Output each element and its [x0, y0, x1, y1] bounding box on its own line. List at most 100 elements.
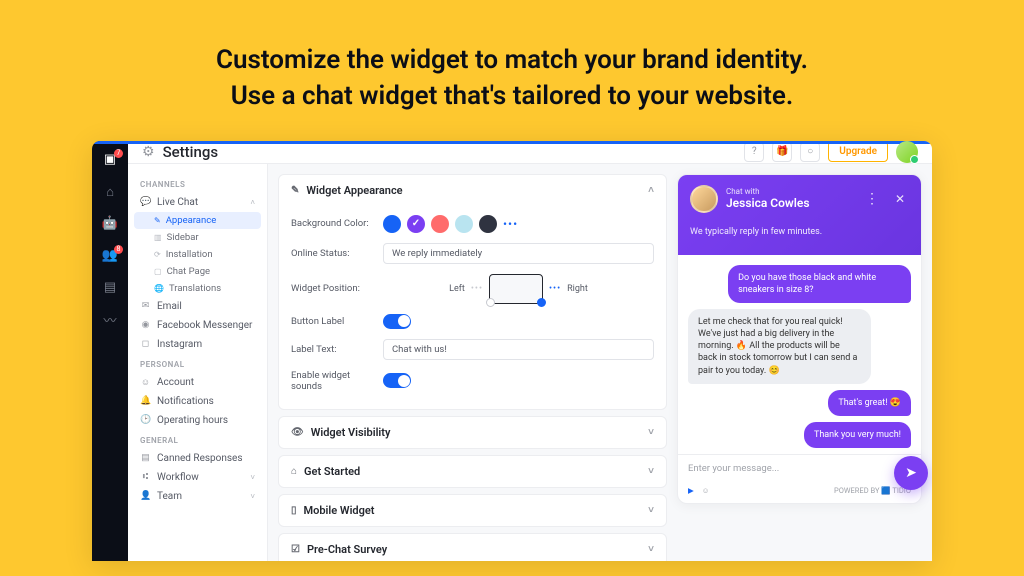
chat-icon: 💬 [140, 197, 151, 207]
gear-icon: ⚙ [142, 144, 155, 160]
sounds-toggle[interactable] [383, 373, 411, 388]
swatch-lightblue[interactable] [455, 215, 473, 233]
rail-home-icon[interactable]: ⌂ [101, 183, 119, 201]
form-icon: ☑ [291, 544, 300, 555]
sidebar-sub-sidebar[interactable]: ▥Sidebar [128, 229, 267, 246]
chat-agent-avatar [690, 185, 718, 213]
sidebar-item-workflow[interactable]: ⑆Workflow [128, 468, 267, 487]
globe-icon: 🌐 [154, 284, 164, 293]
icon-rail: ▣7 ⌂ 🤖 👥8 ▤ 〰 [92, 141, 128, 561]
color-swatches: ••• [383, 215, 518, 233]
brush-icon: ✎ [154, 216, 161, 225]
swatch-coral[interactable] [431, 215, 449, 233]
dots-icon: ••• [549, 284, 561, 294]
rail-analytics-icon[interactable]: 〰 [101, 311, 119, 329]
chat-message-out: Thank you very much! [804, 422, 911, 448]
sidebar-sub-chat-page[interactable]: ▢Chat Page [128, 263, 267, 280]
mobile-icon: ▯ [291, 505, 297, 516]
sidebar-sub-appearance[interactable]: ✎Appearance [134, 212, 261, 229]
rail-badge: 8 [114, 245, 123, 254]
position-left-radio[interactable] [486, 298, 495, 307]
page-icon: ▢ [154, 267, 162, 276]
panel-icon: ▥ [154, 233, 162, 242]
instagram-icon: ◻ [140, 339, 151, 349]
messenger-icon: ◉ [140, 320, 151, 330]
upgrade-button[interactable]: Upgrade [828, 141, 888, 162]
swatch-blue[interactable] [383, 215, 401, 233]
position-right-radio[interactable] [537, 298, 546, 307]
card-header-get-started[interactable]: ⌂Get Started [279, 456, 666, 487]
bell-icon: 🔔 [140, 396, 151, 406]
label-bg-color: Background Color: [291, 218, 383, 229]
button-label-toggle[interactable] [383, 314, 411, 329]
position-preview [489, 274, 543, 304]
chat-close-icon[interactable]: ✕ [891, 192, 909, 206]
rail-inbox-icon[interactable]: ▣7 [101, 151, 119, 169]
home-icon: ⌂ [291, 466, 297, 477]
chat-header: Chat with Jessica Cowles ⋮ ✕ We typicall… [678, 175, 921, 255]
sidebar-item-hours[interactable]: 🕑Operating hours [128, 411, 267, 430]
card-widget-visibility: 👁Widget Visibility [278, 416, 667, 449]
user-avatar[interactable] [896, 141, 918, 163]
settings-sidebar: CHANNELS 💬Live Chat ✎Appearance ▥Sidebar… [128, 164, 268, 561]
sidebar-item-live-chat[interactable]: 💬Live Chat [128, 193, 267, 212]
rail-badge: 7 [114, 149, 123, 158]
sidebar-item-canned[interactable]: ▤Canned Responses [128, 449, 267, 468]
chat-message-in: Let me check that for you real quick! We… [688, 309, 871, 384]
chat-message-out: That's great! 😍 [828, 390, 911, 416]
sidebar-item-instagram[interactable]: ◻Instagram [128, 335, 267, 354]
label-online-status: Online Status: [291, 248, 383, 259]
chat-input[interactable]: Enter your message... [688, 463, 911, 474]
sidebar-item-team[interactable]: 👤Team [128, 487, 267, 506]
sidebar-item-notifications[interactable]: 🔔Notifications [128, 392, 267, 411]
sidebar-header-general: GENERAL [128, 430, 267, 449]
card-header-prechat[interactable]: ☑Pre-Chat Survey [279, 534, 666, 561]
help-icon[interactable]: ? [744, 142, 764, 162]
online-status-input[interactable] [383, 243, 654, 264]
clock-icon: 🕑 [140, 415, 151, 425]
chat-input-row: Enter your message... [678, 454, 921, 482]
content-area: ⚙ Settings ? 🎁 ○ Upgrade CHANNELS 💬Live … [128, 141, 932, 561]
sidebar-header-channels: CHANNELS [128, 174, 267, 193]
card-header-mobile[interactable]: ▯Mobile Widget [279, 495, 666, 526]
sidebar-item-messenger[interactable]: ◉Facebook Messenger [128, 316, 267, 335]
more-colors-icon[interactable]: ••• [503, 217, 518, 231]
powered-by: POWERED BY 🟦 TIDIO [834, 486, 911, 495]
label-text-input[interactable] [383, 339, 654, 360]
chat-send-button[interactable]: ➤ [894, 456, 928, 490]
card-prechat: ☑Pre-Chat Survey [278, 533, 667, 561]
rail-contacts-icon[interactable]: 👥8 [101, 247, 119, 265]
card-mobile-widget: ▯Mobile Widget [278, 494, 667, 527]
chat-attach-icon[interactable]: ▶ [688, 486, 694, 495]
rail-bot-icon[interactable]: 🤖 [101, 215, 119, 233]
chat-agent-name: Jessica Cowles [726, 196, 853, 210]
cards-column: ✎Widget Appearance Background Color: [278, 174, 667, 561]
sidebar-item-account[interactable]: ☺Account [128, 373, 267, 392]
sidebar-item-email[interactable]: ✉Email [128, 297, 267, 316]
sidebar-sub-installation[interactable]: ⟳Installation [128, 246, 267, 263]
position-picker: Left ••• ••• Right [449, 274, 588, 304]
gift-icon[interactable]: 🎁 [772, 142, 792, 162]
app-window: ▣7 ⌂ 🤖 👥8 ▤ 〰 ⚙ Settings ? 🎁 ○ Upgrade C… [92, 141, 932, 561]
sidebar-sub-translations[interactable]: 🌐Translations [128, 280, 267, 297]
card-get-started: ⌂Get Started [278, 455, 667, 488]
settings-content: ✎Widget Appearance Background Color: [268, 164, 932, 561]
dots-icon: ••• [471, 284, 483, 294]
workflow-icon: ⑆ [140, 472, 151, 482]
team-icon: 👤 [140, 491, 151, 501]
card-header-visibility[interactable]: 👁Widget Visibility [279, 417, 666, 448]
swatch-dark[interactable] [479, 215, 497, 233]
chat-status-text: We typically reply in few minutes. [690, 227, 909, 237]
position-left-label: Left [449, 284, 465, 294]
chat-emoji-icon[interactable]: ☺ [702, 486, 710, 495]
code-icon: ⟳ [154, 250, 161, 259]
rail-id-icon[interactable]: ▤ [101, 279, 119, 297]
chat-menu-icon[interactable]: ⋮ [861, 191, 883, 207]
swatch-purple[interactable] [407, 215, 425, 233]
hero-banner: Customize the widget to match your brand… [0, 0, 1024, 141]
card-header-appearance[interactable]: ✎Widget Appearance [279, 175, 666, 206]
chat-pre-label: Chat with [726, 187, 853, 196]
brush-icon: ✎ [291, 185, 299, 196]
bell-icon[interactable]: ○ [800, 142, 820, 162]
chat-message-out: Do you have those black and white sneake… [728, 265, 911, 303]
